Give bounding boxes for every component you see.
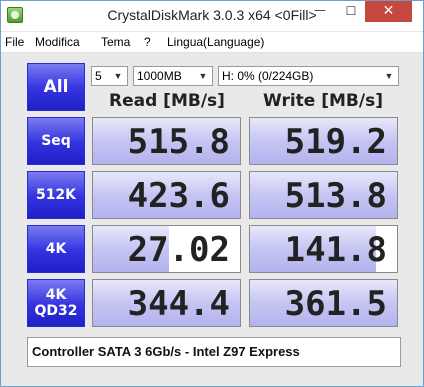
menu-language[interactable]: Lingua(Language) [167, 35, 264, 49]
comment-field[interactable]: Controller SATA 3 6Gb/s - Intel Z97 Expr… [27, 337, 401, 367]
512k-read-value: 423.6 [127, 176, 230, 216]
seq-write-value: 519.2 [284, 122, 387, 162]
maximize-button[interactable]: ☐ [337, 1, 365, 22]
chevron-down-icon: ▼ [384, 71, 394, 81]
4k-write-result: 141.8 [249, 225, 398, 273]
menu-bar: File Modifica Tema ? Lingua(Language) [1, 32, 423, 53]
4k-read-result: 27.02 [92, 225, 241, 273]
4k-qd32-read-result: 344.4 [92, 279, 241, 327]
minimize-button[interactable]: — [306, 1, 334, 22]
4k-qd32-read-value: 344.4 [127, 284, 230, 324]
close-button[interactable]: ✕ [365, 1, 412, 22]
menu-tema[interactable]: Tema [101, 35, 130, 49]
all-button[interactable]: All [27, 63, 85, 111]
write-column-header: Write [MB/s] [263, 91, 383, 111]
4k-write-value: 141.8 [284, 230, 387, 270]
count-select[interactable]: 5 ▼ [91, 66, 128, 86]
drive-select[interactable]: H: 0% (0/224GB) ▼ [218, 66, 399, 86]
size-select-value: 1000MB [137, 69, 182, 83]
4k-qd32-label-line2: QD32 [34, 303, 78, 319]
512k-write-result: 513.8 [249, 171, 398, 219]
512k-write-value: 513.8 [284, 176, 387, 216]
menu-modifica[interactable]: Modifica [35, 35, 80, 49]
4k-qd32-write-result: 361.5 [249, 279, 398, 327]
4k-read-value: 27.02 [127, 230, 230, 270]
app-window: CrystalDiskMark 3.0.3 x64 <0Fill> — ☐ ✕ … [0, 0, 424, 387]
seq-write-result: 519.2 [249, 117, 398, 165]
size-select[interactable]: 1000MB ▼ [133, 66, 213, 86]
chevron-down-icon: ▼ [198, 71, 208, 81]
512k-read-result: 423.6 [92, 171, 241, 219]
4k-qd32-write-value: 361.5 [284, 284, 387, 324]
4k-test-button[interactable]: 4K [27, 225, 85, 273]
seq-test-button[interactable]: Seq [27, 117, 85, 165]
512k-test-button[interactable]: 512K [27, 171, 85, 219]
menu-help[interactable]: ? [144, 35, 151, 49]
chevron-down-icon: ▼ [113, 71, 123, 81]
title-bar[interactable]: CrystalDiskMark 3.0.3 x64 <0Fill> — ☐ ✕ [1, 1, 423, 31]
4k-qd32-test-button[interactable]: 4K QD32 [27, 279, 85, 327]
4k-qd32-label-line1: 4K [45, 287, 67, 303]
seq-read-value: 515.8 [127, 122, 230, 162]
menu-file[interactable]: File [5, 35, 24, 49]
seq-read-result: 515.8 [92, 117, 241, 165]
read-column-header: Read [MB/s] [109, 91, 225, 111]
count-select-value: 5 [95, 69, 102, 83]
drive-select-value: H: 0% (0/224GB) [222, 69, 314, 83]
